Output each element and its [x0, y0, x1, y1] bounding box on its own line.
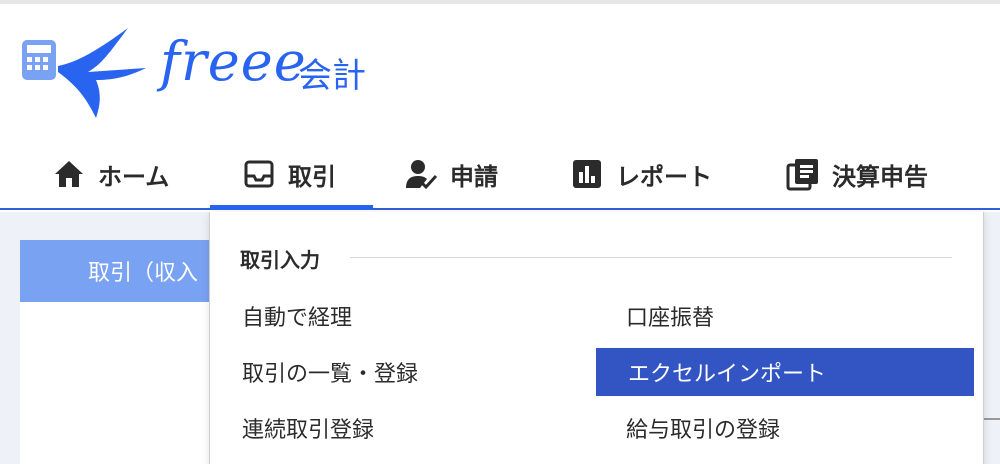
nav-item-label: 取引 — [288, 162, 336, 191]
dropdown-section-title: 取引入力 — [240, 248, 320, 272]
home-icon — [52, 157, 86, 191]
background-tab[interactable]: 取引（収入 — [20, 240, 220, 302]
nav-item-label: レポート — [616, 162, 712, 191]
menu-item-label: 自動で経理 — [242, 306, 353, 331]
nav-item-home[interactable]: ホーム — [52, 140, 169, 208]
nav-item-label: 決算申告 — [832, 162, 928, 191]
menu-item-account-transfer[interactable]: 口座振替 — [594, 292, 974, 340]
menu-item-label: 取引の一覧・登録 — [242, 362, 419, 387]
freee-logo[interactable]: freee 会計 — [18, 22, 398, 122]
nav-item-reports[interactable]: レポート — [570, 140, 712, 208]
menu-item-auto-bookkeeping[interactable]: 自動で経理 — [210, 292, 570, 340]
calculator-bird-icon — [22, 28, 146, 118]
background-card — [20, 302, 220, 464]
nav-item-transactions[interactable]: 取引 — [210, 140, 373, 210]
nav-item-closing[interactable]: 決算申告 — [786, 140, 928, 208]
logo-wordmark: freee — [160, 30, 307, 93]
nav-item-label: 申請 — [450, 162, 498, 191]
top-border — [0, 0, 1000, 4]
background-tab-label: 取引（収入 — [88, 261, 199, 286]
section-divider — [350, 257, 952, 258]
menu-item-transaction-list[interactable]: 取引の一覧・登録 — [210, 348, 570, 396]
menu-item-excel-import[interactable]: エクセルインポート — [596, 348, 974, 396]
menu-item-batch-entry[interactable]: 連続取引登録 — [210, 404, 570, 452]
main-nav: ホーム 取引 申請 レポート 決算申告 — [0, 140, 1000, 210]
nav-item-label: ホーム — [98, 162, 170, 191]
transactions-dropdown-menu: 取引入力 自動で経理 口座振替 取引の一覧・登録 エクセルインポート 連続取引登… — [209, 212, 984, 464]
inbox-tray-icon — [242, 157, 276, 191]
documents-icon — [786, 157, 820, 191]
background-divider — [984, 418, 1000, 420]
person-check-icon — [404, 157, 438, 191]
menu-item-label: エクセルインポート — [628, 362, 827, 387]
menu-item-payroll-entry[interactable]: 給与取引の登録 — [594, 404, 974, 452]
logo-product-name: 会計 — [298, 56, 366, 96]
menu-item-label: 給与取引の登録 — [626, 418, 781, 443]
bar-chart-icon — [570, 157, 604, 191]
menu-item-label: 口座振替 — [626, 306, 715, 331]
menu-item-label: 連続取引登録 — [242, 418, 375, 443]
nav-item-requests[interactable]: 申請 — [404, 140, 498, 208]
